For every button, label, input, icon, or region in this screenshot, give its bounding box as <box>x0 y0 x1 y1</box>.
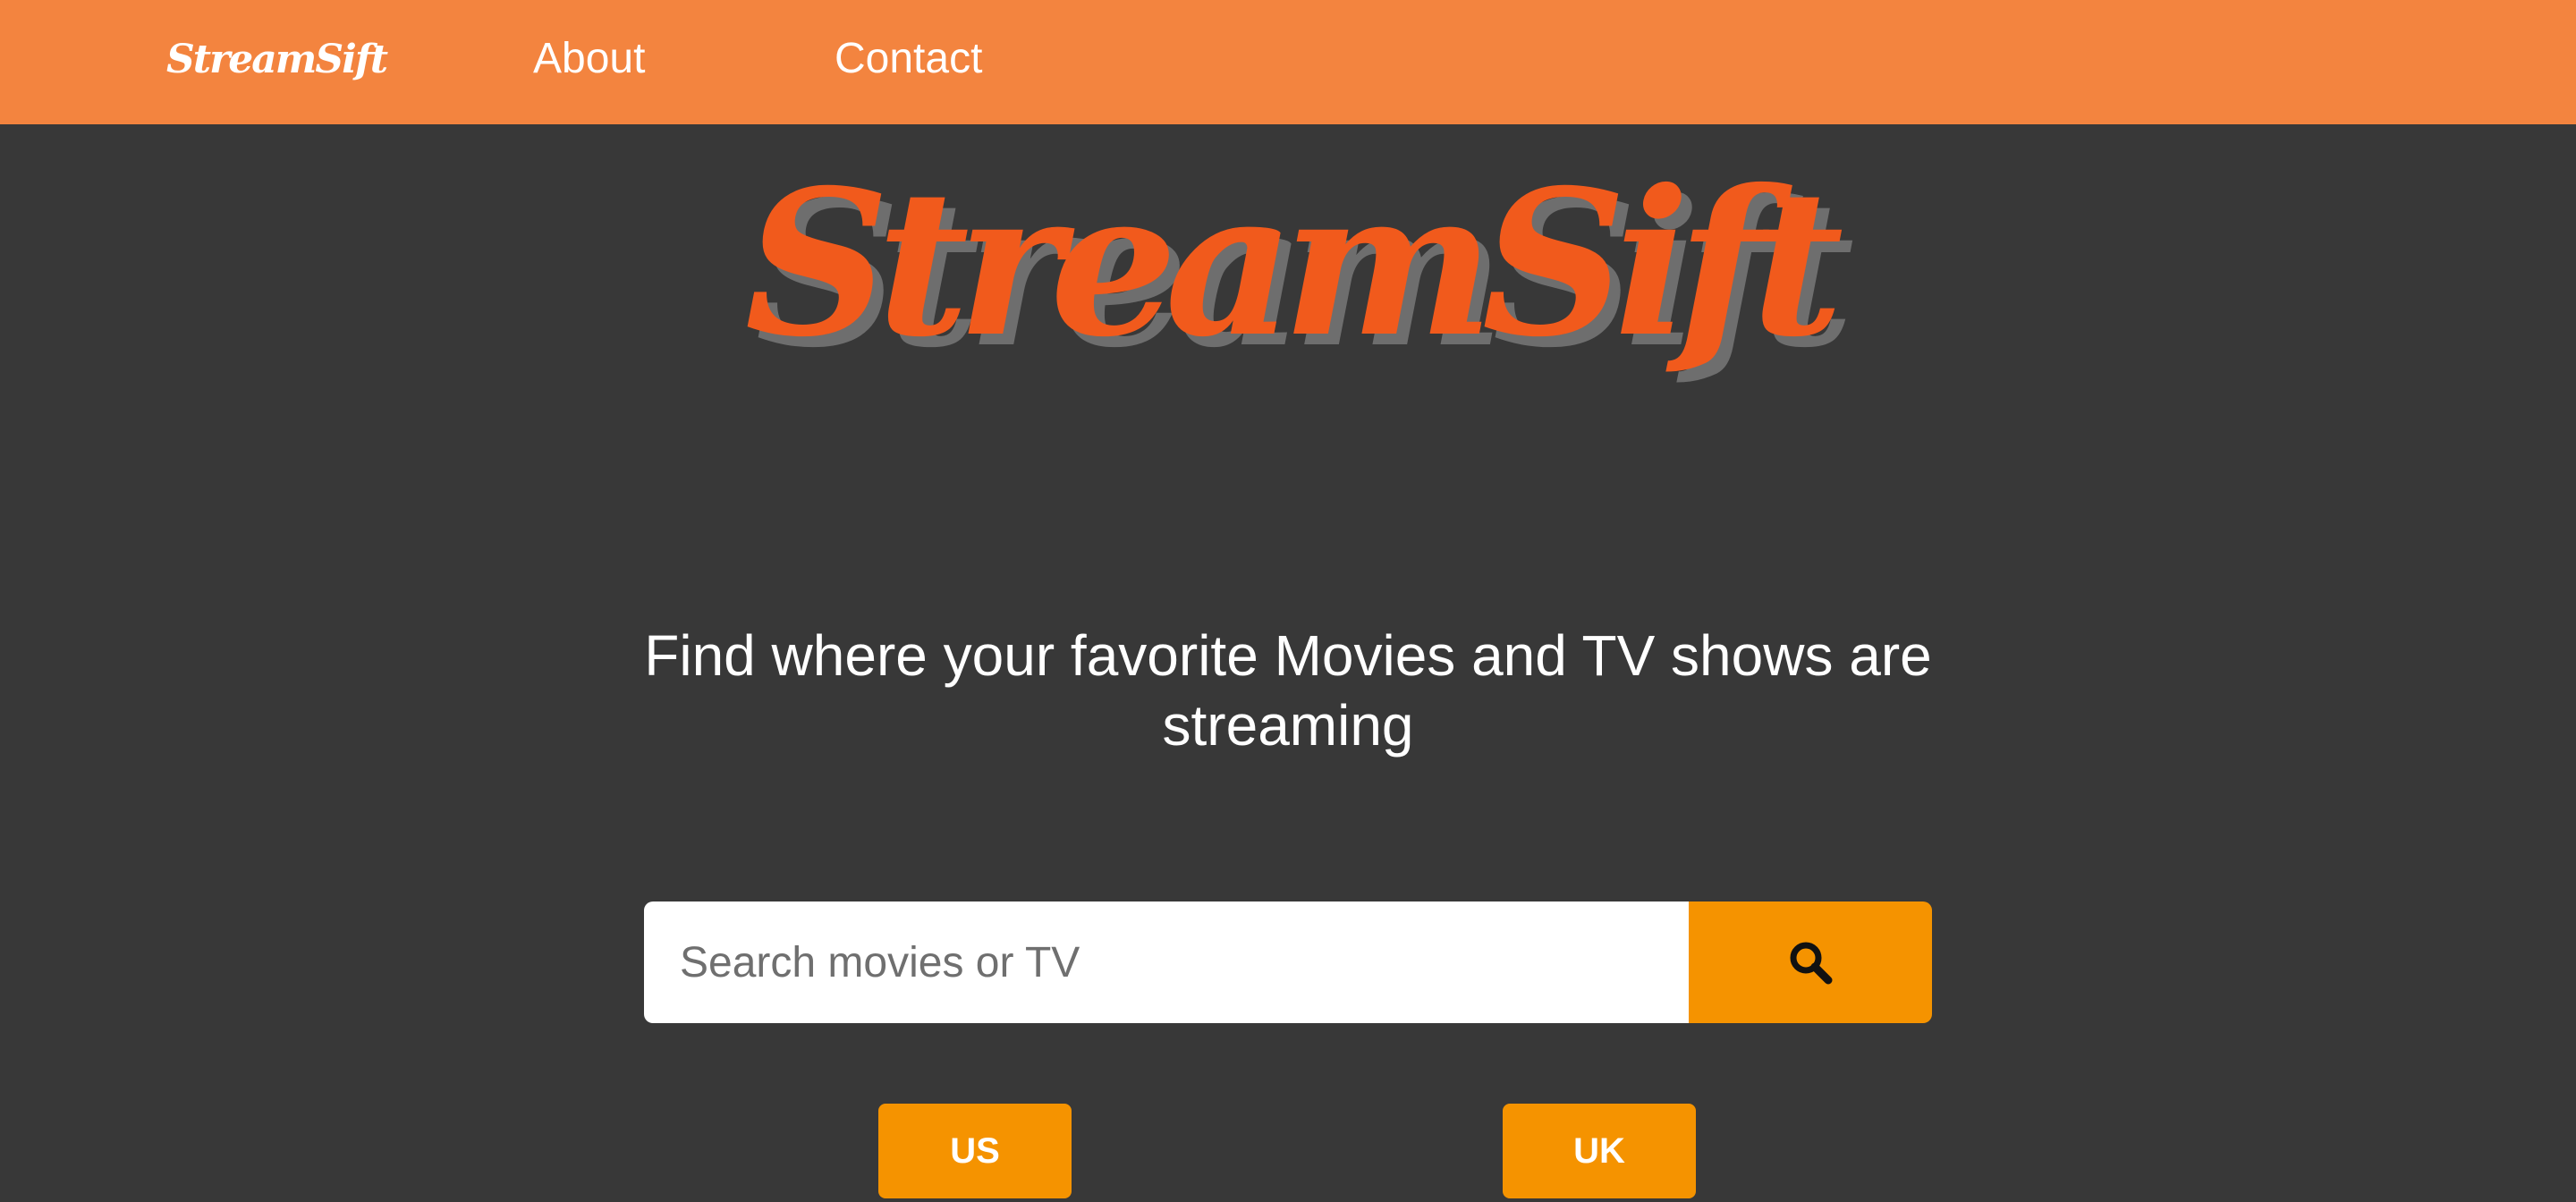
nav-link-about[interactable]: About <box>533 32 645 86</box>
tagline: Find where your favorite Movies and TV s… <box>644 623 1932 758</box>
top-navbar: StreamSift About Contact <box>0 0 2576 124</box>
hero-logo: StreamSift <box>744 146 1844 381</box>
nav-logo[interactable]: StreamSift <box>166 30 388 89</box>
nav-link-contact[interactable]: Contact <box>835 32 982 86</box>
region-button-us[interactable]: US <box>878 1104 1072 1198</box>
search-icon <box>1790 942 1833 985</box>
region-button-uk[interactable]: UK <box>1503 1104 1696 1198</box>
search-input[interactable] <box>644 902 1689 1023</box>
search-button[interactable] <box>1689 902 1932 1023</box>
